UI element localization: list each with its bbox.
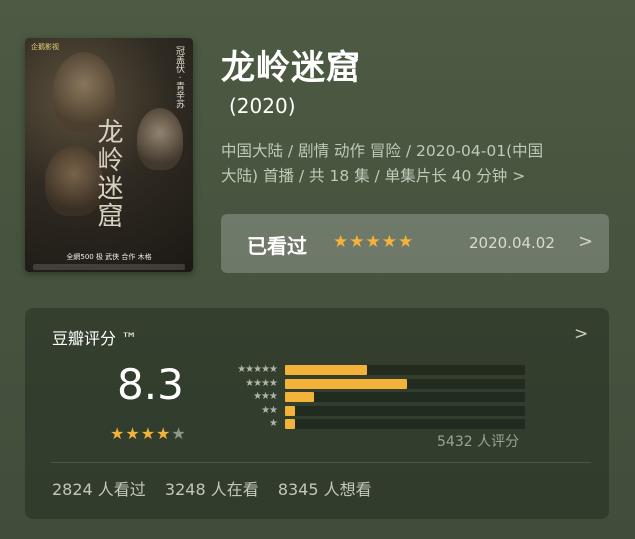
audience-stats: 2824 人看过 3248 人在看 8345 人想看: [52, 476, 386, 500]
rating-dist-track: [285, 378, 525, 389]
want-to-watch-count: 8345 人想看: [277, 480, 372, 499]
rating-dist-bar: [285, 378, 407, 389]
rating-stars: ★★★★★: [110, 424, 187, 443]
rating-dist-bar: [285, 419, 295, 429]
poster-bottom-text: 全網500 极 武侠 合作 木格: [66, 253, 152, 261]
movie-meta[interactable]: 中国大陆 / 剧情 动作 冒险 / 2020-04-01(中国 大陆) 首播 /…: [221, 139, 616, 189]
rating-dist-row: ★: [217, 419, 525, 429]
rating-dist-row: ★★★★★: [217, 365, 525, 375]
rating-count: 5432 人评分: [437, 434, 520, 450]
chevron-right-icon: >: [512, 167, 526, 185]
poster-calligraphy-title: 龙岭迷窟: [93, 118, 123, 230]
poster-logo: 企鹅影视: [31, 43, 59, 51]
movie-meta-line2: 大陆) 首播 / 共 18 集 / 单集片长 40 分钟 >: [221, 167, 526, 185]
my-rating-stars: ★★★★★: [333, 232, 415, 252]
movie-title: 龙岭迷窟: [221, 48, 361, 88]
movie-meta-line1: 中国大陆 / 剧情 动作 冒险 / 2020-04-01(中国: [221, 142, 544, 160]
rating-card-header: 豆瓣评分 ™: [52, 329, 138, 348]
movie-poster[interactable]: 企鹅影视 冠盖伏 · 青辛苏 龙岭迷窟 全網500 极 武侠 合作 木格: [25, 38, 193, 272]
rating-dist-track: [285, 405, 525, 416]
rating-dist-stars: ★★★★: [245, 377, 278, 389]
rating-dist-bar: [285, 405, 295, 416]
rating-dist-row: ★★: [217, 404, 525, 416]
divider: [51, 462, 591, 463]
rating-dist-track: [285, 392, 525, 402]
rating-dist-bar: [285, 392, 314, 402]
watched-label: 已看过: [247, 234, 307, 258]
chevron-right-icon[interactable]: >: [574, 324, 588, 344]
rating-dist-stars: ★★★: [253, 391, 278, 402]
rating-dist-track: [285, 365, 525, 375]
watched-date: 2020.04.02: [469, 234, 555, 252]
rating-dist-bar: [285, 365, 367, 375]
rating-dist-stars: ★★: [261, 404, 278, 416]
chevron-right-icon: >: [578, 231, 594, 252]
watched-status-button[interactable]: 已看过 ★★★★★ 2020.04.02 >: [221, 214, 609, 273]
rating-score: 8.3: [117, 360, 184, 409]
watched-count: 2824 人看过: [52, 480, 146, 499]
poster-cast-text: 冠盖伏 · 青辛苏: [174, 46, 184, 109]
watching-count: 3248 人在看: [164, 480, 259, 499]
rating-dist-track: [285, 419, 525, 429]
rating-dist-row: ★★★: [217, 392, 525, 402]
poster-figure-female: [137, 108, 183, 170]
rating-dist-stars: ★★★★★: [237, 364, 278, 375]
douban-rating-card[interactable]: 豆瓣评分 ™ > 8.3 ★★★★★ ★★★★★ ★★★★ ★★★ ★★ ★ 5432 …: [25, 308, 609, 519]
movie-year: (2020): [229, 94, 296, 118]
poster-sponsor-bar: [33, 264, 185, 270]
rating-dist-stars: ★: [269, 418, 278, 429]
rating-dist-row: ★★★★: [217, 377, 525, 389]
